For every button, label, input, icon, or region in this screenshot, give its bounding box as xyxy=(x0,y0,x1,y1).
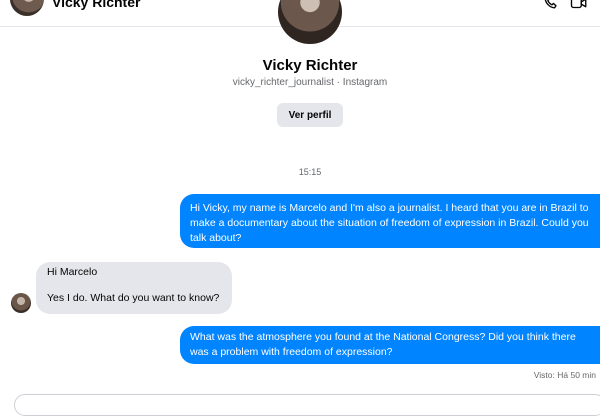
phone-icon[interactable] xyxy=(542,0,560,12)
incoming-message[interactable]: Hi Marcelo Yes I do. What do you want to… xyxy=(36,262,232,314)
message-composer[interactable] xyxy=(14,394,600,416)
seen-status: Visto: Há 50 min xyxy=(533,370,596,380)
profile-username: vicky_richter_journalist · Instagram xyxy=(232,77,388,88)
outgoing-message[interactable]: Hi Vicky, my name is Marcelo and I'm als… xyxy=(180,194,600,248)
video-camera-icon[interactable] xyxy=(570,0,588,12)
view-profile-button[interactable]: Ver perfil xyxy=(277,103,343,127)
incoming-message-line: Hi Marcelo xyxy=(47,266,98,278)
contact-name[interactable]: Vicky Richter xyxy=(52,0,140,10)
profile-name: Vicky Richter xyxy=(262,57,358,74)
outgoing-message[interactable]: What was the atmosphere you found at the… xyxy=(180,326,600,364)
profile-avatar[interactable] xyxy=(278,0,342,44)
message-timestamp: 15:15 xyxy=(298,167,322,177)
contact-avatar[interactable] xyxy=(10,0,44,16)
sender-avatar xyxy=(11,293,31,313)
incoming-message-line: Yes I do. What do you want to know? xyxy=(47,292,220,304)
